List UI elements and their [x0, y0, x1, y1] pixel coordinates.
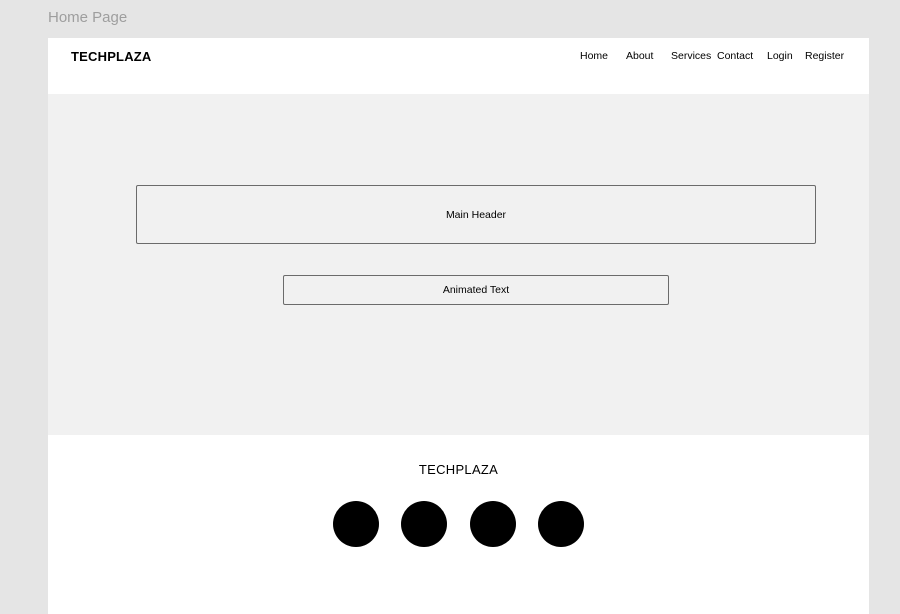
nav-link-register[interactable]: Register [805, 50, 844, 62]
frame-label: Home Page [48, 9, 128, 26]
design-canvas: Home Page TECHPLAZA Home About Services … [0, 0, 900, 614]
footer-brand: TECHPLAZA [418, 462, 499, 477]
navbar: TECHPLAZA Home About Services Contact Lo… [48, 38, 869, 94]
nav-link-contact[interactable]: Contact [717, 50, 753, 62]
nav-link-home[interactable]: Home [580, 50, 608, 62]
footer: TECHPLAZA [48, 435, 869, 614]
hero-section: Main Header Animated Text [48, 94, 869, 435]
social-circle-icon[interactable] [470, 501, 516, 547]
main-header-text: Main Header [445, 208, 507, 221]
brand-logo[interactable]: TECHPLAZA [71, 49, 152, 64]
home-page-frame: TECHPLAZA Home About Services Contact Lo… [48, 38, 869, 614]
animated-text-box: Animated Text [283, 275, 669, 305]
social-circle-icon[interactable] [538, 501, 584, 547]
social-circle-icon[interactable] [333, 501, 379, 547]
nav-link-about[interactable]: About [626, 50, 653, 62]
main-header-box: Main Header [136, 185, 816, 244]
animated-text: Animated Text [442, 284, 510, 296]
nav-link-services[interactable]: Services [671, 50, 711, 62]
nav-link-login[interactable]: Login [767, 50, 793, 62]
social-circle-icon[interactable] [401, 501, 447, 547]
